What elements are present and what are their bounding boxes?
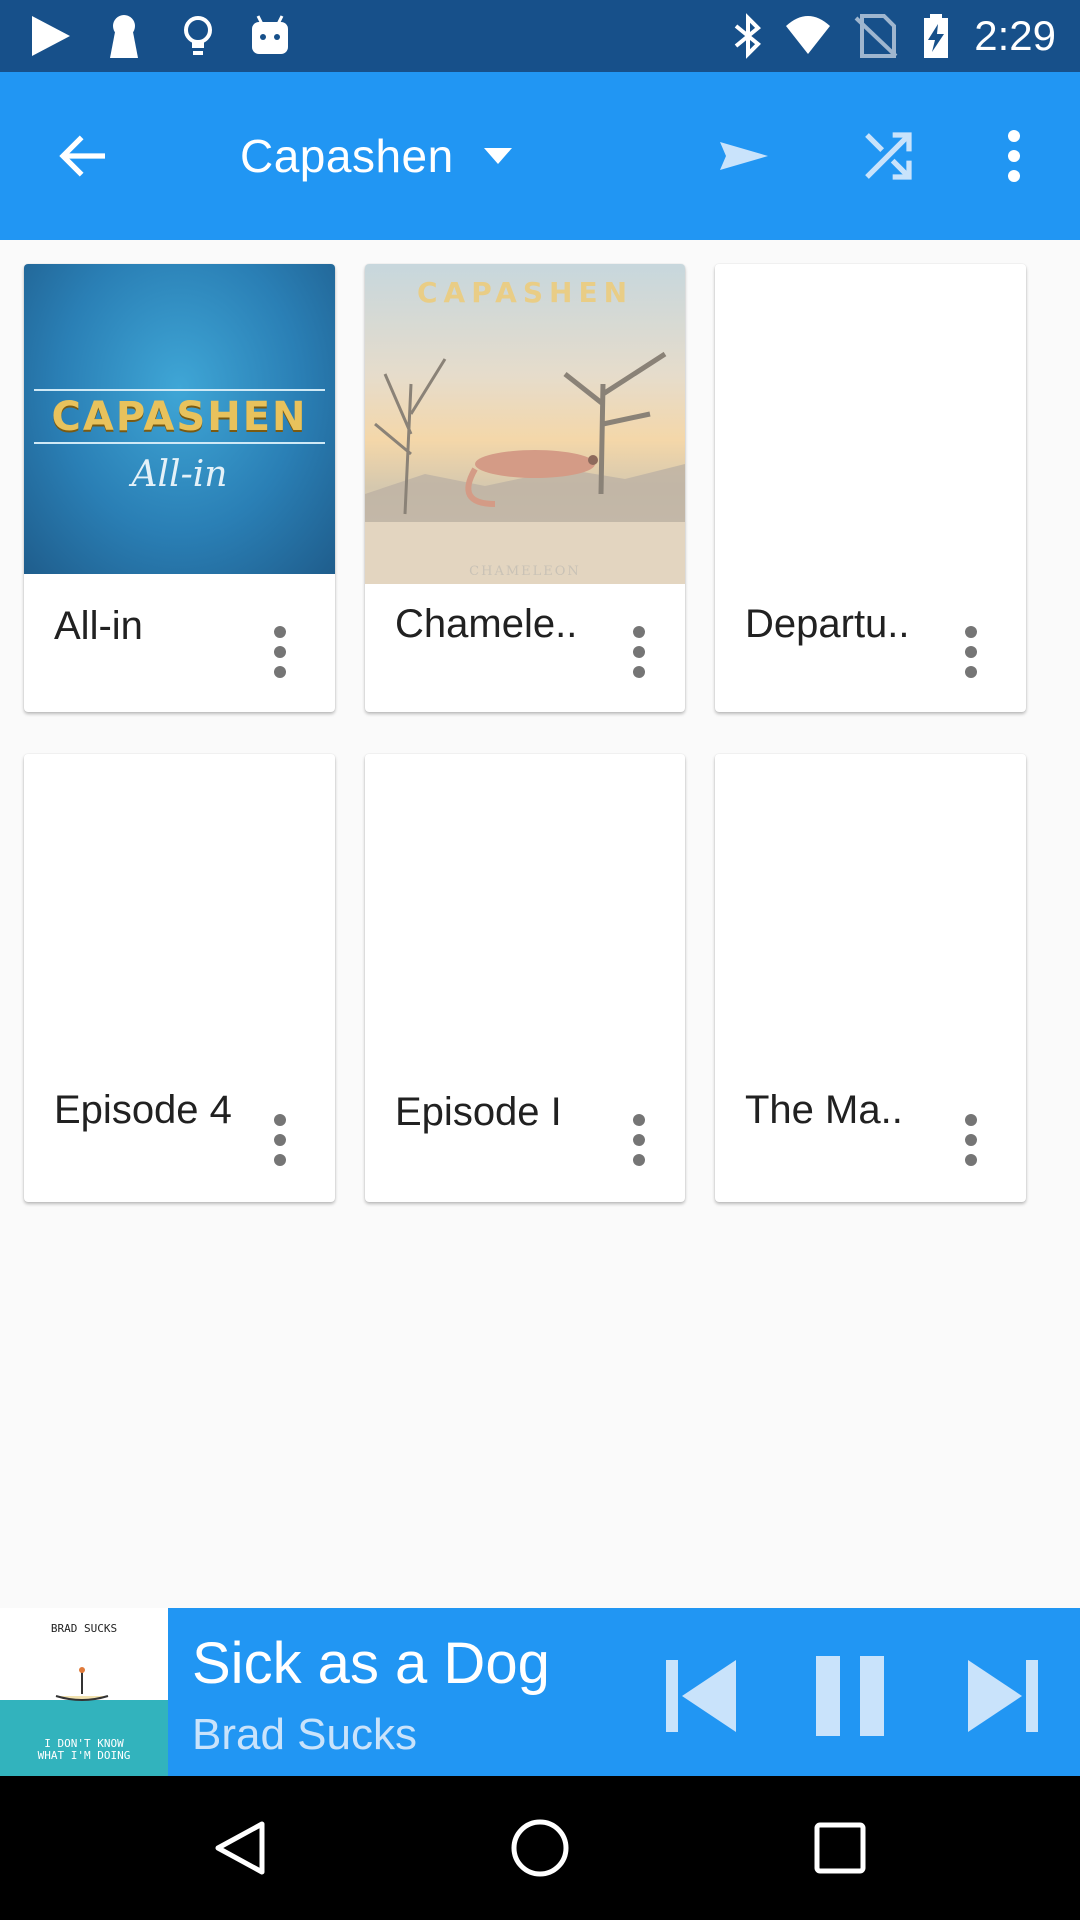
overflow-menu-button[interactable] (966, 108, 1062, 204)
recents-square-icon (814, 1822, 866, 1874)
nav-back-button[interactable] (192, 1800, 288, 1896)
bluetooth-icon (724, 12, 772, 60)
album-card-episode-4[interactable]: Episode 4 (24, 754, 335, 1202)
album-menu-button[interactable] (615, 1104, 663, 1176)
pause-icon (816, 1656, 884, 1736)
more-vert-icon (633, 626, 645, 678)
no-sim-icon (852, 12, 900, 60)
album-title: All-in (54, 604, 143, 648)
skip-previous-icon (666, 1660, 736, 1732)
wifi-icon (784, 12, 832, 60)
album-title: Episode I (395, 1090, 562, 1134)
keyhole-icon (100, 12, 148, 60)
album-title: Episode 4 (54, 1088, 232, 1132)
cover-divider (34, 389, 325, 391)
arrow-back-icon (59, 135, 105, 177)
album-card-chameleon[interactable]: CAPASHEN CHAMELEON Chamele.. (365, 264, 685, 712)
album-card-the-ma[interactable]: The Ma.. (715, 754, 1026, 1202)
now-playing-title: Sick as a Dog (192, 1631, 550, 1696)
album-card-episode-i[interactable]: Episode I (365, 754, 685, 1202)
shuffle-button[interactable] (840, 108, 936, 204)
chameleon-illustration (365, 351, 685, 584)
battery-charging-icon (912, 12, 960, 60)
art-bottom-line: WHAT I'M DOING (37, 1749, 131, 1762)
cover-subtitle: CHAMELEON (469, 564, 581, 579)
arrow-drop-down-icon (483, 148, 512, 164)
album-title: The Ma.. (745, 1088, 903, 1132)
artist-dropdown[interactable]: Capashen (240, 108, 514, 204)
lightbulb-icon (174, 12, 222, 60)
album-art-placeholder (24, 754, 335, 1074)
skip-next-icon (968, 1660, 1038, 1732)
status-bar: 2:29 (0, 0, 1080, 72)
more-vert-icon (633, 1114, 645, 1166)
play-all-button[interactable] (696, 108, 792, 204)
nav-home-button[interactable] (492, 1800, 588, 1896)
more-vert-icon (274, 1114, 286, 1166)
album-menu-button[interactable] (615, 616, 663, 688)
more-vert-icon (1008, 130, 1020, 182)
boat-figure-illustration (55, 1667, 109, 1701)
art-top-text: BRAD SUCKS (50, 1622, 118, 1635)
pause-button[interactable] (802, 1648, 898, 1744)
system-nav-bar (0, 1776, 1080, 1920)
skip-next-button[interactable] (956, 1648, 1052, 1744)
art-bottom-text: I DON'T KNOW WHAT I'M DOING (0, 1738, 168, 1762)
play-store-icon (26, 12, 74, 60)
more-vert-icon (965, 1114, 977, 1166)
album-title: Departu.. (745, 602, 910, 646)
album-art-placeholder (715, 754, 1026, 1074)
shuffle-icon (865, 132, 912, 180)
page-title: Capashen (240, 130, 454, 182)
cover-title: CAPASHEN (51, 394, 308, 440)
cover-subtitle: All-in (131, 454, 228, 495)
album-menu-button[interactable] (256, 616, 304, 688)
album-menu-button[interactable] (947, 616, 995, 688)
now-playing-album-art[interactable]: BRAD SUCKS I DON'T KNOW WHAT I'M DOING (0, 1608, 168, 1776)
clock: 2:29 (974, 12, 1056, 59)
back-button[interactable] (36, 108, 132, 204)
album-card-all-in[interactable]: CAPASHEN All-in All-in (24, 264, 335, 712)
now-playing-bar[interactable]: BRAD SUCKS I DON'T KNOW WHAT I'M DOING S… (0, 1608, 1080, 1776)
more-vert-icon (965, 626, 977, 678)
album-art: CAPASHEN CHAMELEON (365, 264, 685, 584)
skip-previous-button[interactable] (652, 1648, 748, 1744)
album-art-placeholder (365, 754, 685, 1074)
now-playing-artist: Brad Sucks (192, 1710, 417, 1759)
nav-recents-button[interactable] (792, 1800, 888, 1896)
back-triangle-icon (215, 1821, 265, 1875)
more-vert-icon (274, 626, 286, 678)
play-icon (720, 142, 768, 170)
album-art: CAPASHEN All-in (24, 264, 335, 574)
album-title: Chamele.. (395, 602, 578, 646)
android-icon (246, 12, 294, 60)
album-menu-button[interactable] (947, 1104, 995, 1176)
album-card-departure[interactable]: Departu.. (715, 264, 1026, 712)
album-menu-button[interactable] (256, 1104, 304, 1176)
album-art-placeholder (715, 264, 1026, 584)
home-circle-icon (511, 1819, 569, 1877)
cover-divider (34, 442, 325, 444)
app-bar: Capashen (0, 72, 1080, 240)
